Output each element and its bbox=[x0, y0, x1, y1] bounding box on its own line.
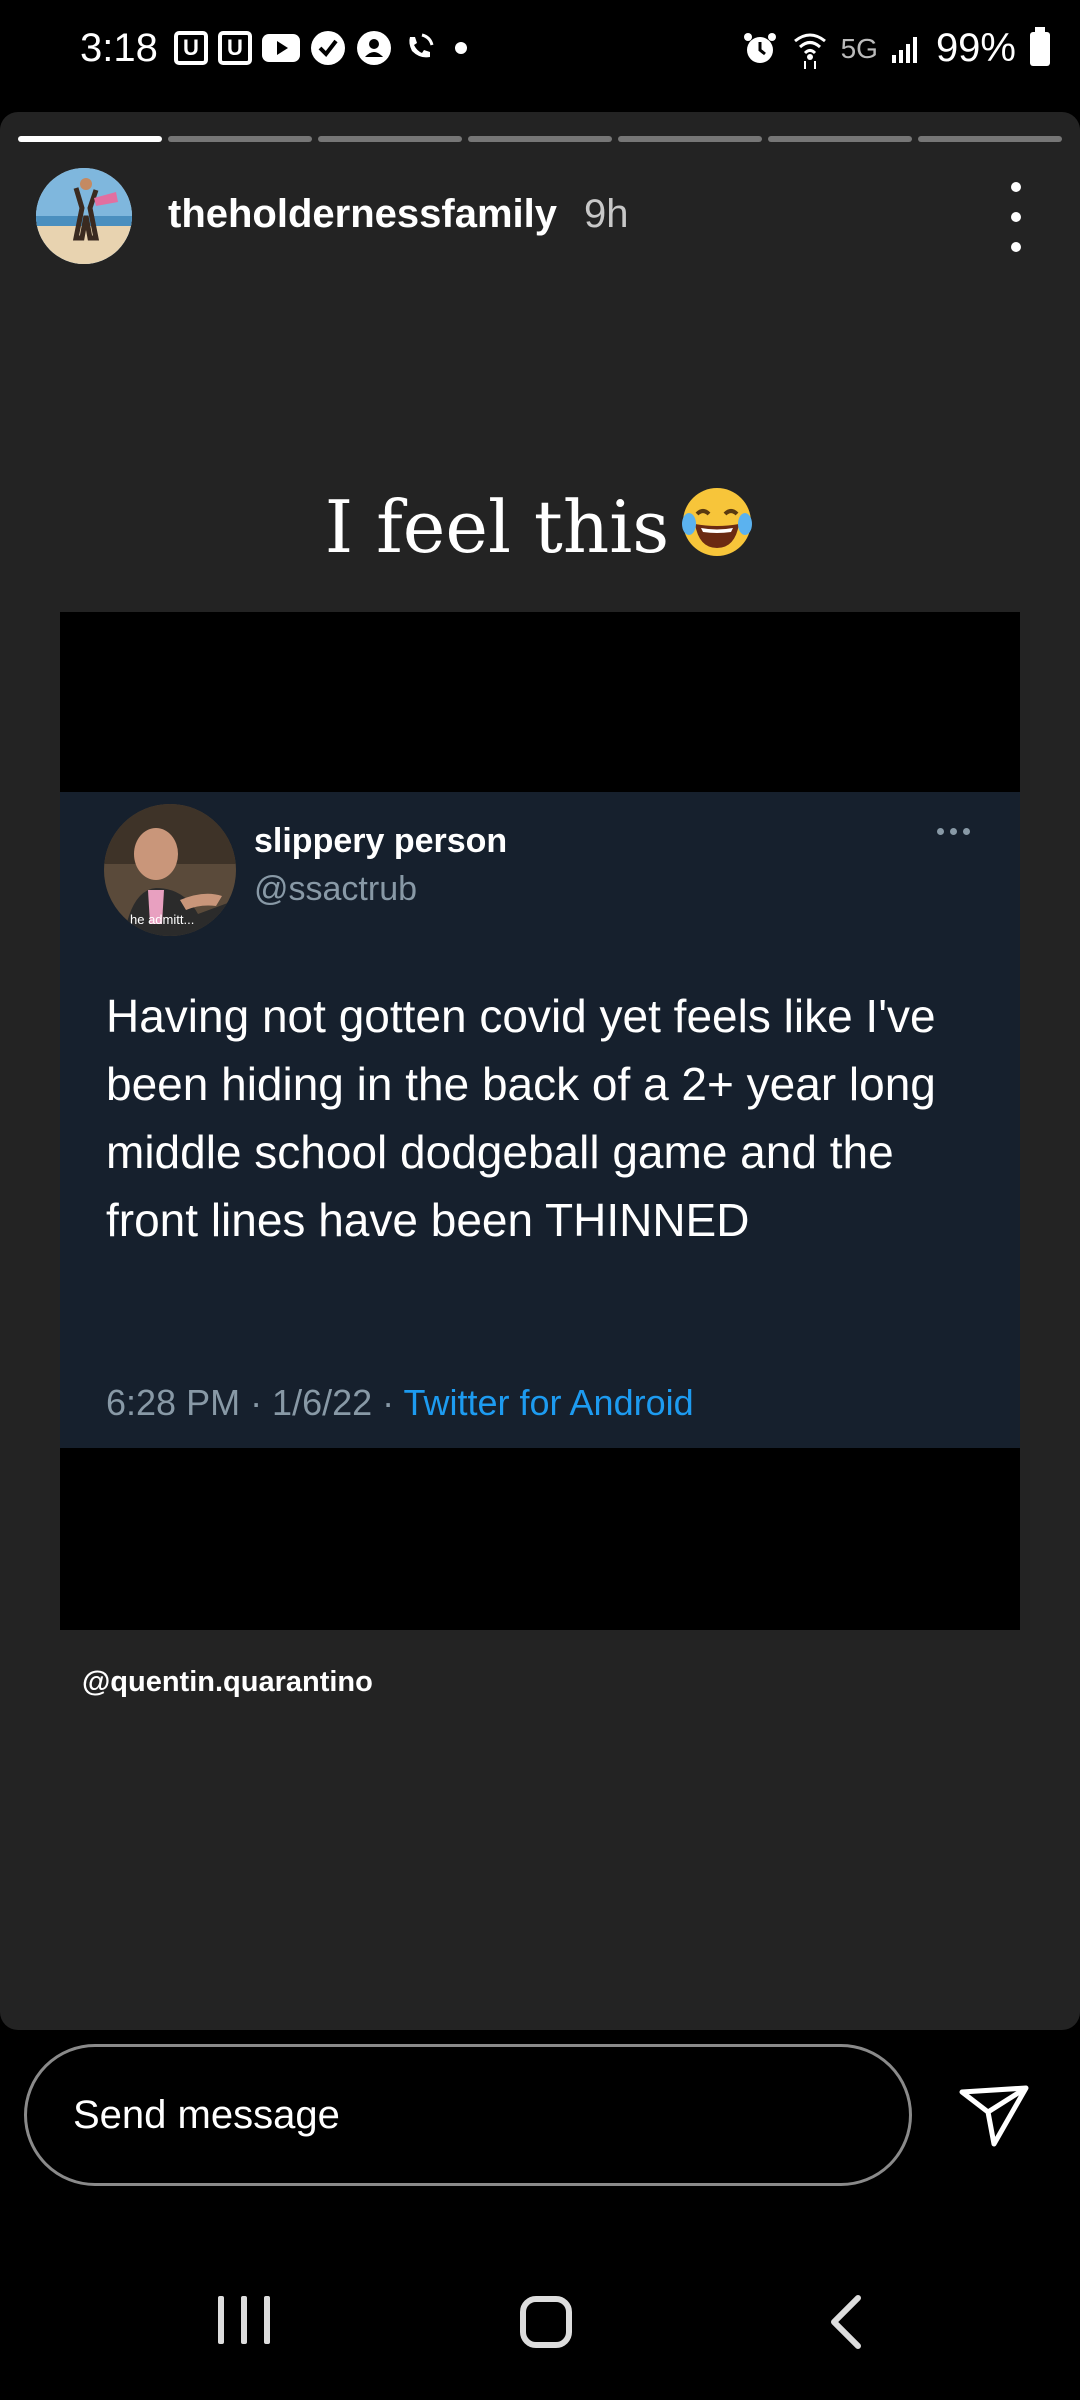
battery-level: 99% bbox=[935, 26, 1016, 70]
send-icon[interactable] bbox=[956, 2078, 1032, 2154]
tweet-source: Twitter for Android bbox=[403, 1382, 694, 1423]
tears-of-joy-emoji-icon bbox=[679, 484, 755, 560]
story-progress-segment bbox=[318, 136, 462, 142]
mention-tag[interactable]: @quentin.quarantino bbox=[82, 1666, 373, 1699]
tweet-card: he admitt... slippery person @ssactrub H… bbox=[60, 792, 1020, 1448]
story-progress-segment bbox=[918, 136, 1062, 142]
system-status: 5G 99% bbox=[741, 26, 1050, 71]
tweet-meta: 6:28 PM · 1/6/22 · Twitter for Android bbox=[106, 1382, 694, 1424]
tweet-text: Having not gotten covid yet feels like I… bbox=[106, 990, 936, 1246]
tweet-more-icon bbox=[937, 828, 970, 835]
recents-bar bbox=[218, 2296, 224, 2344]
more-dot bbox=[1011, 242, 1021, 252]
more-dot bbox=[1011, 212, 1021, 222]
story-progress-segment bbox=[18, 136, 162, 142]
tweet-author-handle: @ssactrub bbox=[254, 870, 418, 908]
story-progress bbox=[18, 136, 1062, 142]
story-time-ago: 9h bbox=[584, 192, 629, 236]
story-caption: I feel this bbox=[0, 484, 1080, 569]
more-options-button[interactable] bbox=[996, 182, 1036, 252]
caption-text: I feel this bbox=[324, 485, 670, 569]
u-icon: U bbox=[218, 31, 252, 65]
story-progress-segment bbox=[768, 136, 912, 142]
tweet-avatar-caption: he admitt... bbox=[130, 912, 195, 927]
alarm-icon bbox=[741, 30, 779, 68]
story-progress-segment bbox=[168, 136, 312, 142]
verified-icon bbox=[310, 30, 346, 66]
tweet-more-dot bbox=[937, 828, 944, 835]
story-progress-segment bbox=[618, 136, 762, 142]
account-icon bbox=[356, 30, 392, 66]
back-button[interactable] bbox=[826, 2294, 866, 2350]
recents-bar bbox=[264, 2296, 270, 2344]
wifi-call-icon bbox=[402, 31, 436, 65]
signal-icon bbox=[891, 35, 922, 63]
recents-button[interactable] bbox=[218, 2296, 270, 2344]
battery-icon bbox=[1030, 26, 1050, 66]
tweet-avatar: he admitt... bbox=[104, 804, 236, 936]
recents-bar bbox=[241, 2296, 247, 2344]
dot-icon bbox=[446, 31, 476, 65]
youtube-icon bbox=[262, 34, 300, 62]
story-progress-segment bbox=[468, 136, 612, 142]
avatar[interactable] bbox=[36, 168, 132, 264]
network-type: 5G bbox=[840, 32, 878, 64]
story-media: he admitt... slippery person @ssactrub H… bbox=[60, 612, 1020, 1630]
status-time: 3:18 bbox=[80, 26, 158, 70]
notification-icons: U U bbox=[174, 30, 476, 66]
status-bar: 3:18 U U 5G 99% bbox=[0, 0, 1080, 108]
send-message-input[interactable]: Send message bbox=[24, 2044, 912, 2186]
home-button[interactable] bbox=[520, 2296, 572, 2348]
story-header: theholdernessfamily 9h bbox=[36, 168, 1046, 264]
tweet-author-name: slippery person bbox=[254, 822, 508, 860]
more-dot bbox=[1011, 182, 1021, 192]
tweet-more-dot bbox=[950, 828, 957, 835]
send-message-placeholder: Send message bbox=[73, 2093, 340, 2137]
story-viewer[interactable]: theholdernessfamily 9h I feel this he ad… bbox=[0, 112, 1080, 2030]
u-icon: U bbox=[174, 31, 208, 65]
tweet-timestamp: 6:28 PM · 1/6/22 · bbox=[106, 1382, 404, 1423]
tweet-more-dot bbox=[963, 828, 970, 835]
story-username[interactable]: theholdernessfamily bbox=[168, 192, 557, 237]
wifi-icon bbox=[793, 29, 827, 69]
